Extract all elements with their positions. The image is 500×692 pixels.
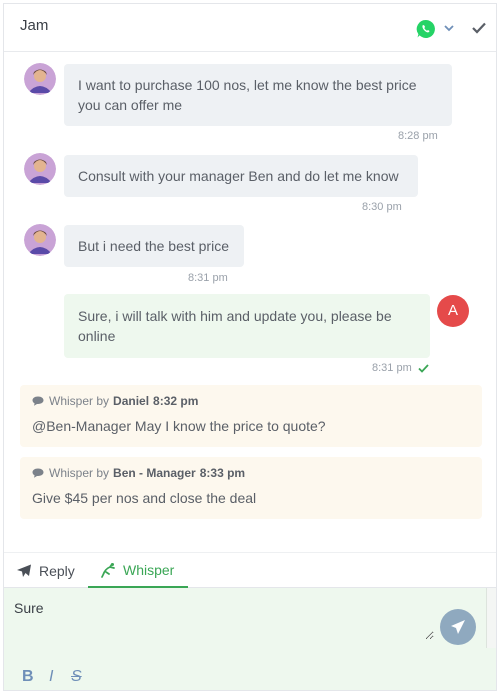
whisper-note: Whisper by Ben - Manager 8:33 pm Give $4… [20, 457, 482, 519]
message-time: 8:31 pm [372, 362, 412, 374]
agent-message-bubble: Sure, i will talk with him and update yo… [64, 294, 430, 358]
tab-whisper-label: Whisper [123, 561, 175, 578]
message-input[interactable]: Sure [14, 600, 434, 640]
chat-bubble-icon [32, 396, 44, 406]
whatsapp-icon[interactable] [416, 19, 436, 39]
whisper-text: Give $45 per nos and close the deal [32, 490, 257, 506]
resolve-check-icon[interactable] [472, 22, 486, 34]
italic-button[interactable]: I [49, 668, 53, 686]
customer-avatar [24, 224, 56, 256]
composer-scrollbar[interactable] [486, 588, 496, 648]
message-text: But i need the best price [78, 238, 229, 254]
message-text: Sure, i will talk with him and update yo… [78, 308, 392, 344]
whisper-meta: Whisper by Daniel 8:32 pm [32, 394, 198, 408]
bold-button[interactable]: B [22, 668, 34, 686]
message-bubble: But i need the best price [64, 225, 244, 267]
whisper-text: @Ben-Manager May I know the price to quo… [32, 418, 326, 434]
whisper-author: Daniel [113, 394, 150, 408]
tab-whisper[interactable]: Whisper [88, 553, 188, 588]
whisper-note: Whisper by Daniel 8:32 pm @Ben-Manager M… [20, 385, 482, 447]
delivered-check-icon [418, 364, 429, 373]
customer-avatar [24, 63, 56, 95]
chat-window: Jam I want to purchase 100 nos, let me k… [3, 3, 497, 691]
reply-arrow-icon [17, 564, 31, 577]
message-time: 8:31 pm [188, 272, 228, 284]
message-text: I want to purchase 100 nos, let me know … [78, 77, 417, 113]
customer-avatar [24, 153, 56, 185]
contact-name: Jam [20, 17, 49, 34]
message-bubble: I want to purchase 100 nos, let me know … [64, 64, 452, 126]
message-time: 8:28 pm [398, 130, 438, 142]
chat-bubble-icon [32, 468, 44, 478]
chat-header: Jam [4, 4, 496, 52]
chevron-down-icon[interactable] [444, 24, 454, 32]
composer: Sure B I S [4, 588, 496, 690]
whisper-time: 8:32 pm [153, 394, 199, 408]
whisper-prefix: Whisper by [49, 394, 110, 408]
send-button[interactable] [440, 609, 476, 645]
composer-tabs: Reply Whisper [4, 552, 496, 588]
message-bubble: Consult with your manager Ben and do let… [64, 155, 418, 197]
tab-reply-label: Reply [39, 562, 75, 579]
message-time: 8:30 pm [362, 201, 402, 213]
strikethrough-button[interactable]: S [71, 668, 82, 686]
whisper-icon [101, 562, 115, 578]
agent-avatar: A [437, 295, 469, 327]
whisper-prefix: Whisper by [49, 466, 110, 480]
message-text: Consult with your manager Ben and do let… [78, 168, 399, 184]
send-icon [451, 620, 465, 634]
whisper-time: 8:33 pm [199, 466, 246, 480]
whisper-author: Ben - Manager [113, 466, 196, 480]
whisper-meta: Whisper by Ben - Manager 8:33 pm [32, 466, 245, 480]
tab-reply[interactable]: Reply [16, 553, 75, 588]
